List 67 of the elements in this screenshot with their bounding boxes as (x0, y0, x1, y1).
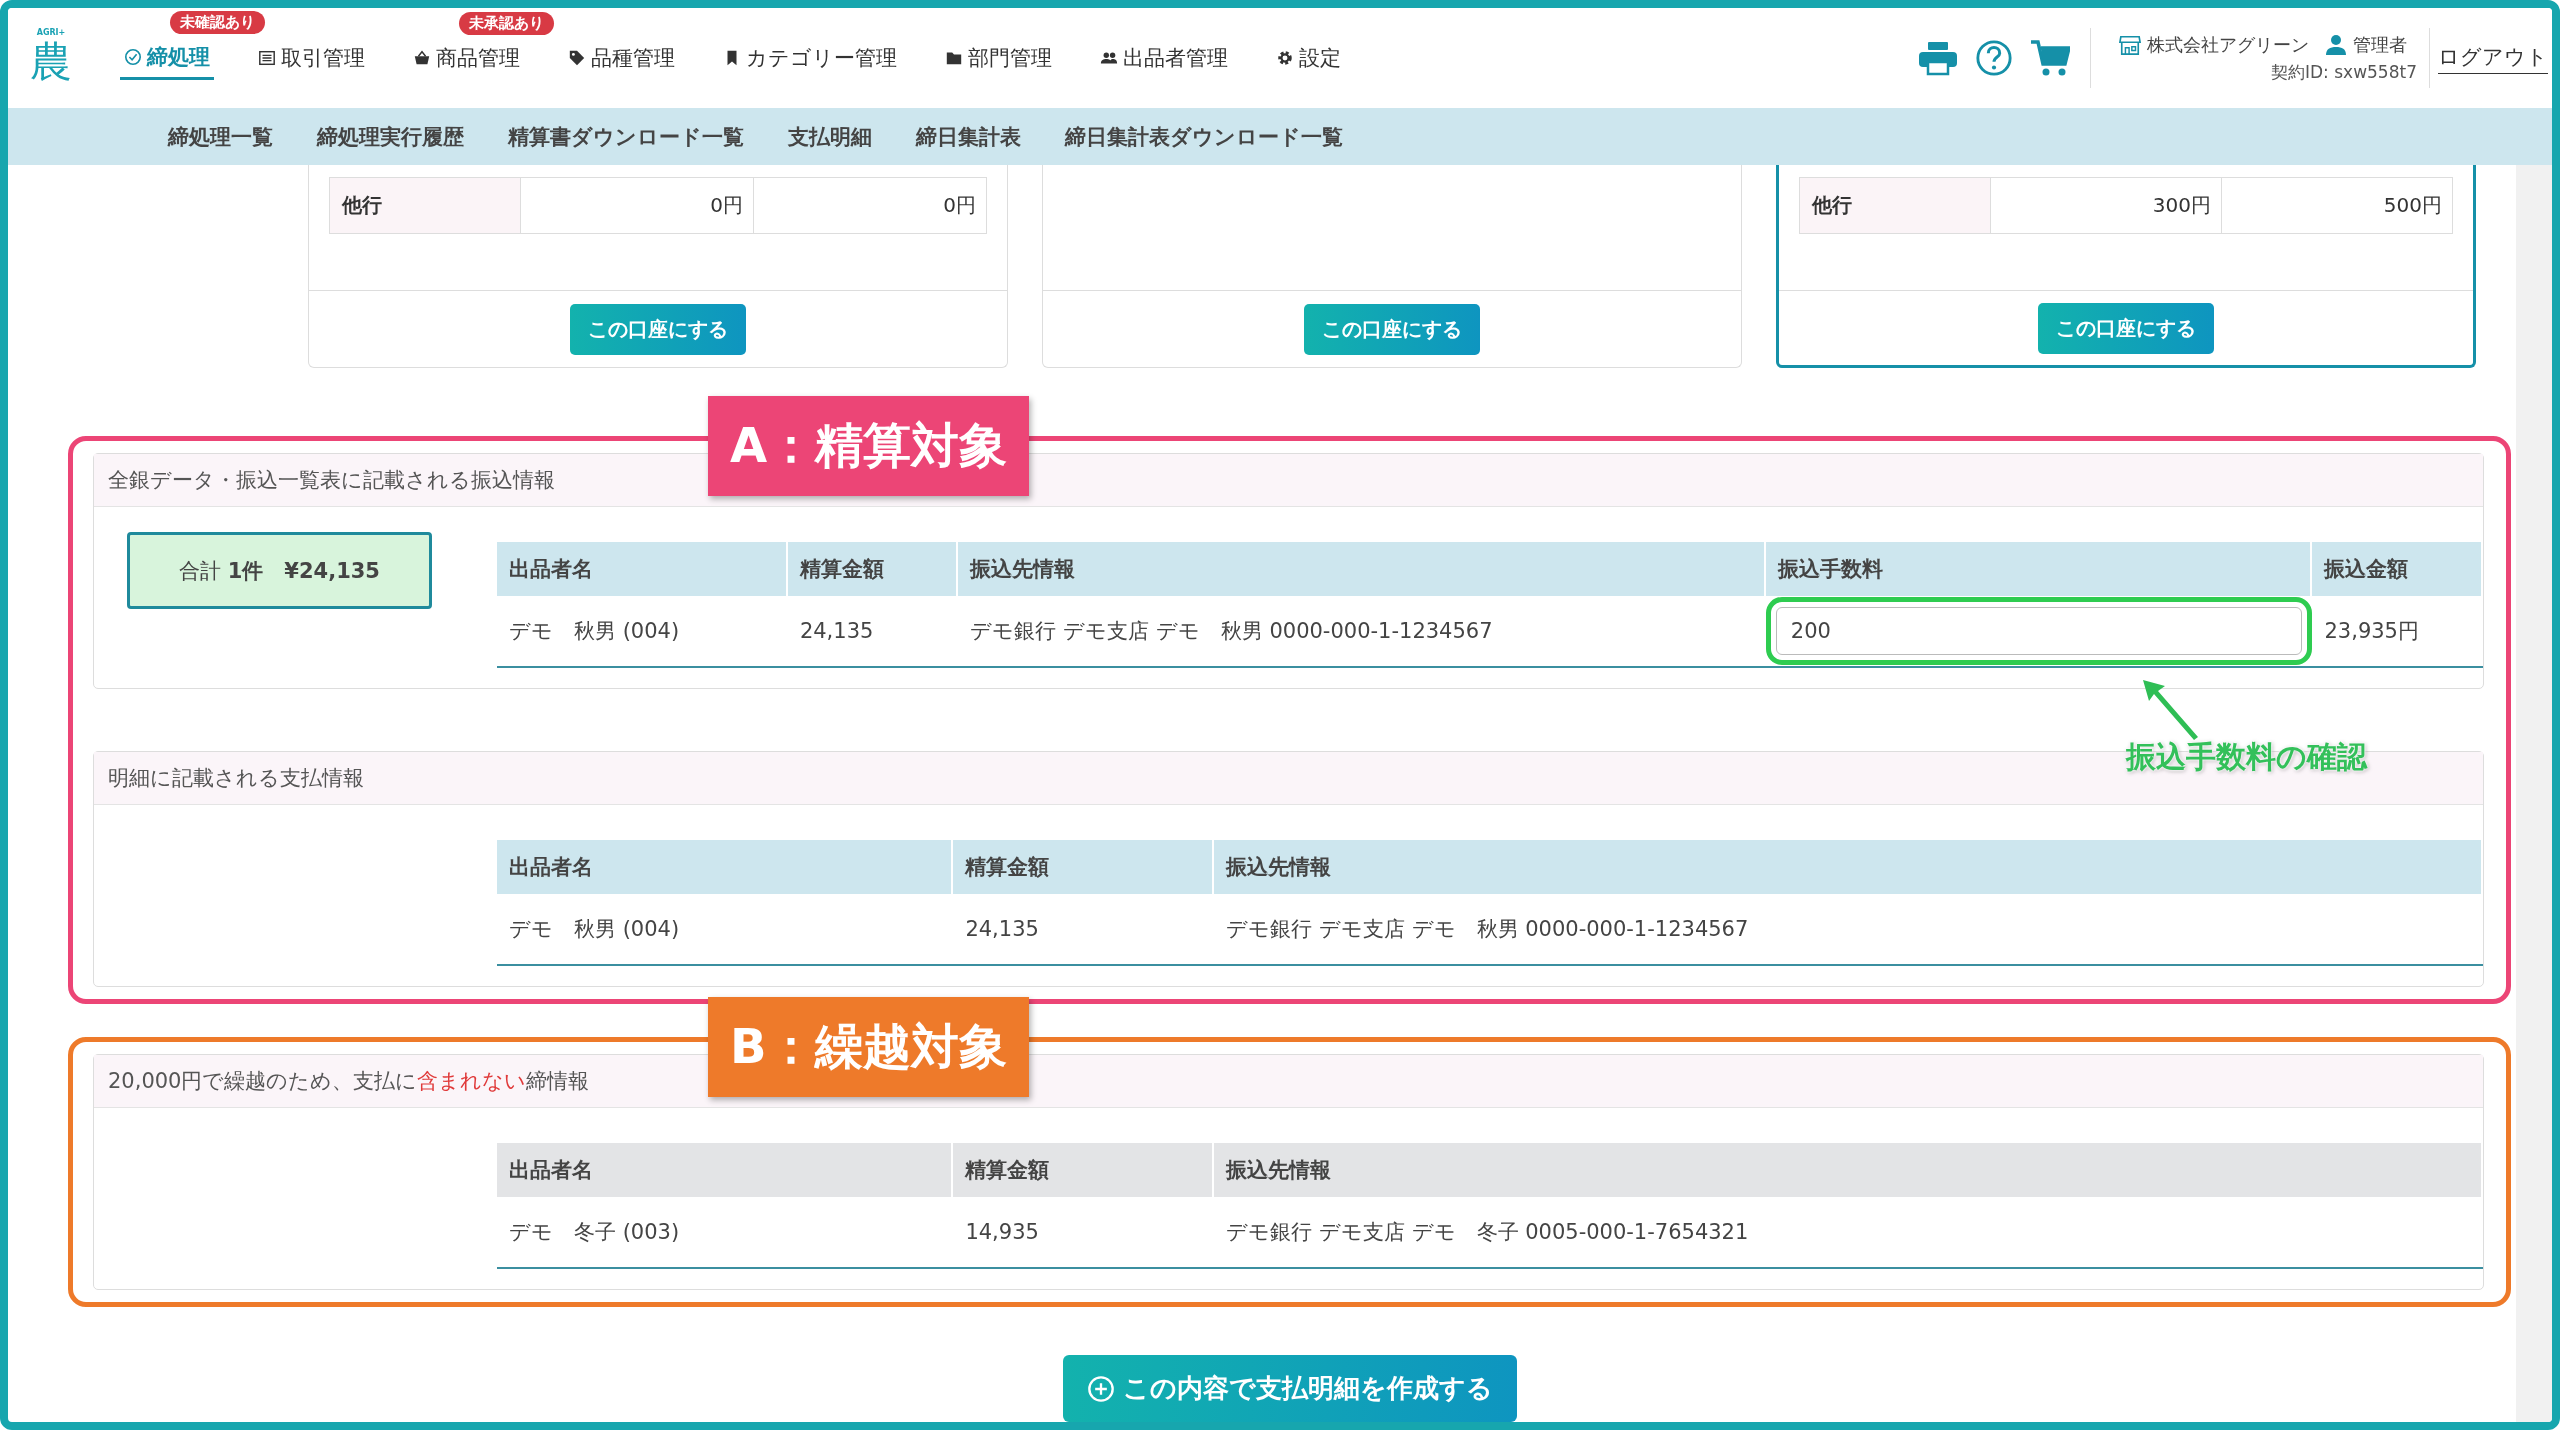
notice-badge: 未承認あり (459, 12, 554, 35)
table-cell: 0円 (520, 178, 753, 233)
subnav-link[interactable]: 精算書ダウンロード一覧 (508, 122, 744, 151)
table-cell: 300円 (1990, 178, 2221, 233)
column-header: 精算金額 (953, 1143, 1215, 1197)
table-cell-text: デモ 秋男 (004) (509, 618, 680, 645)
table-cell: 500円 (2221, 178, 2452, 233)
help-icon[interactable] (1974, 39, 2014, 77)
nav-tab[interactable]: 品種管理 (564, 38, 679, 78)
column-header: 出品者名 (497, 840, 954, 894)
subnav-link[interactable]: 締日集計表 (916, 122, 1021, 151)
table-cell-text: デモ銀行 デモ支店 デモ 冬子 0005-000-1-7654321 (1226, 1219, 1749, 1246)
user-role: 管理者 (2353, 32, 2407, 57)
table-cell-text: デモ銀行 デモ支店 デモ 秋男 0000-000-1-1234567 (970, 618, 1493, 645)
basket-icon (413, 49, 431, 67)
subnav-link[interactable]: 締日集計表ダウンロード一覧 (1065, 122, 1343, 151)
nav-tab[interactable]: 設定 (1272, 38, 1345, 78)
column-header: 出品者名 (497, 1143, 954, 1197)
pointer-arrow (2140, 678, 2201, 740)
panel-title: 明細に記載される支払情報 (108, 765, 364, 792)
table-cell: 他行 (330, 178, 520, 233)
nav-tab[interactable]: 取引管理 (254, 38, 369, 78)
user-icon (2325, 33, 2347, 56)
notice-badge: 未確認あり (170, 10, 265, 34)
table-cell-text: デモ 冬子 (003) (509, 1219, 680, 1246)
nav-tab[interactable]: 商品管理 (409, 38, 524, 78)
annotation-label: B：繰越対象 (708, 997, 1029, 1097)
table-cell: 14,935 (965, 1220, 1039, 1244)
store-icon (2119, 33, 2141, 56)
panel-title: 全銀データ・振込一覧表に記載される振込情報 (108, 467, 555, 494)
column-header: 精算金額 (787, 542, 959, 596)
column-header: 振込先情報 (1214, 840, 2483, 894)
list-icon (258, 49, 276, 67)
nav-tab[interactable]: 締処理 (120, 36, 214, 80)
table-cell-text: デモ銀行 デモ支店 デモ 秋男 0000-000-1-1234567 (1226, 916, 1749, 943)
nav-tab[interactable]: 出品者管理 (1096, 38, 1232, 78)
contract-id: 契約ID: sxw558t7 (2271, 60, 2417, 84)
company-name: 株式会社アグリーン (2147, 32, 2309, 57)
nav-tab[interactable]: 部門管理 (941, 38, 1056, 78)
logout-link[interactable]: ログアウト (2438, 42, 2548, 74)
table-cell: 他行 (1800, 178, 1990, 233)
subnav-link[interactable]: 支払明細 (788, 122, 872, 151)
subnav-link[interactable]: 締処理一覧 (168, 122, 273, 151)
table-cell: 0円 (753, 178, 986, 233)
cart-icon[interactable] (2030, 39, 2070, 77)
table-cell: 24,135 (965, 917, 1039, 941)
table-cell-text: デモ 秋男 (004) (509, 916, 680, 943)
fee-field[interactable]: 200 (1775, 607, 2303, 655)
column-header: 振込先情報 (958, 542, 1766, 596)
settings-icon (1276, 49, 1294, 67)
annotation-label: A：精算対象 (708, 396, 1030, 496)
column-header: 振込金額 (2312, 542, 2483, 596)
subnav-link[interactable]: 締処理実行履歴 (317, 122, 464, 151)
column-header: 振込手数料 (1765, 542, 2313, 596)
table-cell: 24,135 (799, 619, 874, 643)
plus-circle-icon (1086, 1374, 1115, 1403)
column-header: 振込先情報 (1214, 1143, 2483, 1197)
check-circle-icon (124, 47, 142, 66)
table-cell-text: 23,935円 (2324, 618, 2419, 645)
tag-icon (568, 49, 586, 67)
column-header: 精算金額 (953, 840, 1215, 894)
nav-tab[interactable]: カテゴリー管理 (719, 38, 901, 78)
print-icon[interactable] (1918, 39, 1958, 77)
panel-title: 20,000円で繰越のため、支払に含まれない締情報 (108, 1068, 590, 1095)
callout-text: 振込手数料の確認 (2125, 738, 2367, 776)
column-header: 出品者名 (497, 542, 788, 596)
total-summary: 合計 1件 ¥24,135 (127, 532, 432, 609)
